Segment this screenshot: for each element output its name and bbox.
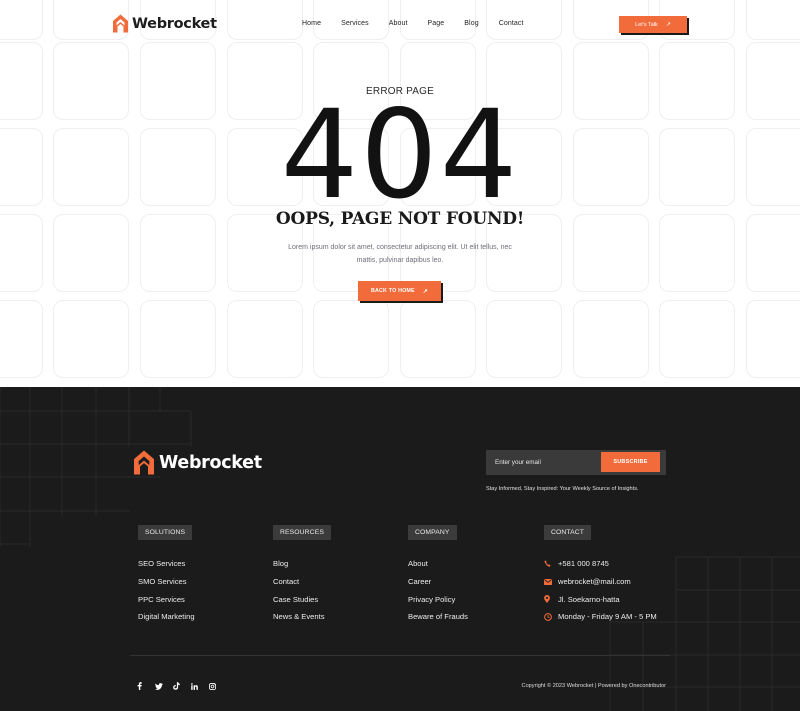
footer-divider [130, 655, 670, 656]
instagram-icon[interactable] [209, 682, 227, 690]
header-logo[interactable]: Webrocket [113, 14, 217, 33]
back-to-home-button[interactable]: BACK TO HOME ↗ [358, 281, 441, 301]
lets-talk-label: Let's Talk [635, 21, 658, 28]
twitter-icon[interactable] [155, 682, 173, 690]
lets-talk-button[interactable]: Let's Talk ↗ [619, 16, 687, 33]
contact-address[interactable]: Jl. Soekarno-hatta [544, 590, 657, 608]
arrow-up-right-icon: ↗ [422, 288, 429, 295]
contact-text: Jl. Soekarno-hatta [558, 594, 620, 604]
contact-text: Monday - Friday 9 AM - 5 PM [558, 612, 657, 622]
footer-grid-pattern [0, 387, 800, 711]
error-section: Webrocket Home Services About Page Blog … [0, 0, 800, 387]
background-tile [400, 300, 476, 378]
column-title: CONTACT [544, 525, 592, 540]
newsletter-form: SUBSCRIBE [486, 450, 666, 475]
background-tile [140, 300, 216, 378]
footer-column-contact: CONTACT +581 000 8745 webrocket@mail.com… [544, 521, 657, 626]
rocket-logo-icon [113, 14, 128, 33]
arrow-up-right-icon: ↗ [665, 22, 671, 28]
background-tile [573, 300, 649, 378]
footer-link[interactable]: Blog [273, 555, 331, 573]
clock-icon [544, 613, 558, 621]
back-to-home-label: BACK TO HOME [370, 288, 415, 294]
nav-item-home[interactable]: Home [302, 20, 321, 27]
footer-link[interactable]: SMO Services [138, 573, 195, 591]
main-menu: Home Services About Page Blog Contact [302, 20, 544, 27]
nav-item-contact[interactable]: Contact [499, 20, 524, 27]
social-links [137, 682, 227, 690]
footer-logo[interactable]: Webrocket [134, 450, 262, 475]
footer-column-resources: RESOURCES Blog Contact Case Studies News… [273, 521, 331, 626]
background-tile [0, 300, 43, 378]
footer-link[interactable]: News & Events [273, 608, 331, 626]
mail-icon [544, 578, 558, 585]
footer-column-solutions: SOLUTIONS SEO Services SMO Services PPC … [138, 521, 195, 626]
contact-hours[interactable]: Monday - Friday 9 AM - 5 PM [544, 608, 657, 626]
footer-link[interactable]: Digital Marketing [138, 608, 195, 626]
subscribe-button[interactable]: SUBSCRIBE [601, 452, 660, 472]
linkedin-icon[interactable] [191, 682, 209, 690]
column-title: RESOURCES [273, 525, 331, 540]
footer-link[interactable]: Privacy Policy [408, 590, 468, 608]
nav-item-services[interactable]: Services [341, 20, 369, 27]
contact-text: webrocket@mail.com [558, 577, 631, 587]
contact-phone[interactable]: +581 000 8745 [544, 555, 657, 573]
site-footer: Webrocket SUBSCRIBE Stay Informed, Stay … [0, 387, 800, 711]
footer-link[interactable]: SEO Services [138, 555, 195, 573]
nav-item-blog[interactable]: Blog [464, 20, 478, 27]
background-tile [313, 300, 389, 378]
brand-name: Webrocket [132, 15, 217, 32]
facebook-icon[interactable] [137, 682, 155, 690]
nav-item-about[interactable]: About [389, 20, 408, 27]
footer-link[interactable]: Case Studies [273, 590, 331, 608]
footer-brand-name: Webrocket [159, 452, 262, 473]
location-pin-icon [544, 595, 558, 604]
tiktok-icon[interactable] [173, 682, 191, 690]
footer-column-company: COMPANY About Career Privacy Policy Bewa… [408, 521, 468, 626]
background-tile [746, 300, 800, 378]
top-navbar: Webrocket Home Services About Page Blog … [0, 0, 800, 50]
rocket-logo-icon [134, 450, 154, 475]
footer-link[interactable]: Career [408, 573, 468, 591]
nav-item-page[interactable]: Page [428, 20, 445, 27]
column-title: SOLUTIONS [138, 525, 193, 540]
error-code: 404 [280, 84, 520, 226]
contact-text: +581 000 8745 [558, 559, 609, 569]
column-title: COMPANY [408, 525, 457, 540]
footer-link[interactable]: PPC Services [138, 590, 195, 608]
copyright-text: Copyright © 2023 Webrocket | Powered by … [521, 683, 666, 689]
phone-icon [544, 560, 558, 567]
error-description: Lorem ipsum dolor sit amet, consectetur … [288, 244, 512, 264]
background-tile [227, 300, 303, 378]
footer-link[interactable]: About [408, 555, 468, 573]
email-input[interactable] [486, 450, 601, 475]
background-tile [53, 300, 129, 378]
background-tile [486, 300, 562, 378]
background-tile [659, 300, 735, 378]
contact-email[interactable]: webrocket@mail.com [544, 573, 657, 591]
footer-link[interactable]: Beware of Frauds [408, 608, 468, 626]
error-headline: OOPS, PAGE NOT FOUND! [275, 209, 525, 229]
footer-link[interactable]: Contact [273, 573, 331, 591]
newsletter-note: Stay Informed, Stay Inspired: Your Weekl… [486, 486, 639, 492]
